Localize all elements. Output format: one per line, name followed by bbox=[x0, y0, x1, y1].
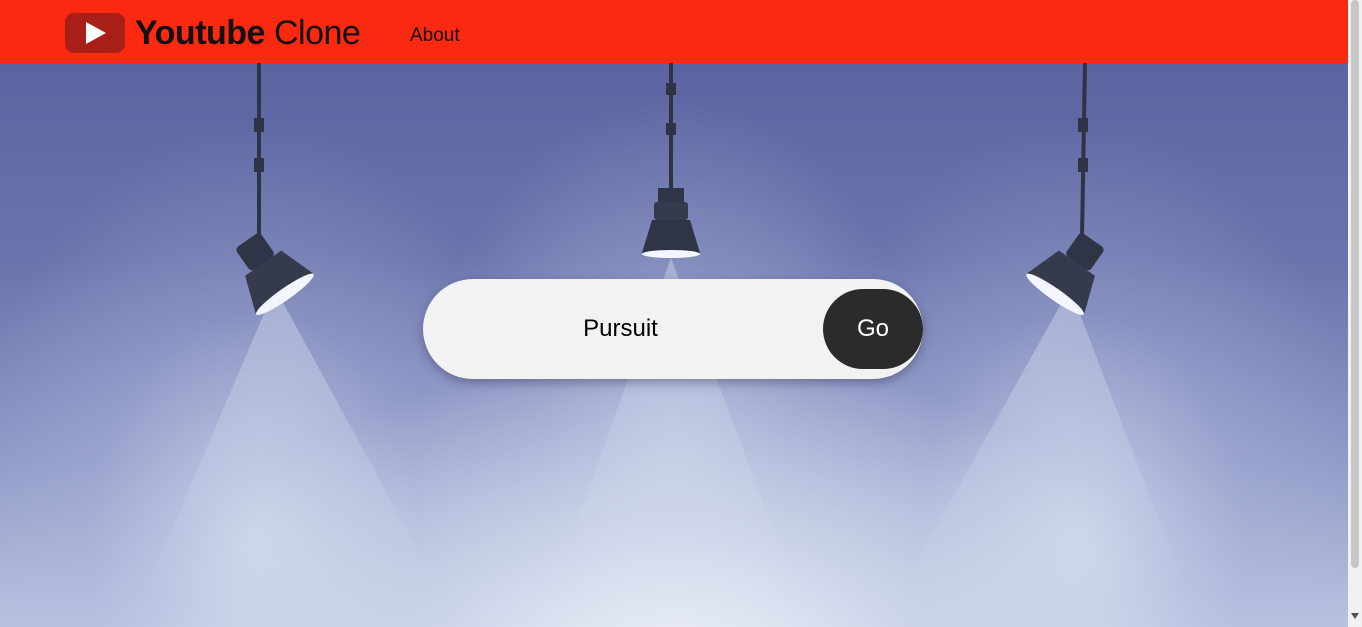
top-navbar: Youtube Clone About bbox=[0, 0, 1348, 63]
go-button[interactable]: Go bbox=[823, 289, 923, 369]
search-form: Go bbox=[423, 279, 923, 379]
scroll-down-arrow-icon[interactable] bbox=[1351, 613, 1359, 619]
site-title: Youtube Clone bbox=[135, 13, 361, 53]
page-scrollbar[interactable] bbox=[1348, 0, 1362, 627]
play-icon bbox=[65, 13, 125, 53]
home-logo-link[interactable]: Youtube Clone bbox=[65, 13, 361, 53]
search-input[interactable] bbox=[453, 304, 788, 354]
site-title-light: Clone bbox=[273, 14, 361, 52]
about-link[interactable]: About bbox=[410, 25, 460, 47]
site-title-bold: Youtube bbox=[135, 14, 265, 52]
scrollbar-thumb[interactable] bbox=[1351, 0, 1359, 568]
